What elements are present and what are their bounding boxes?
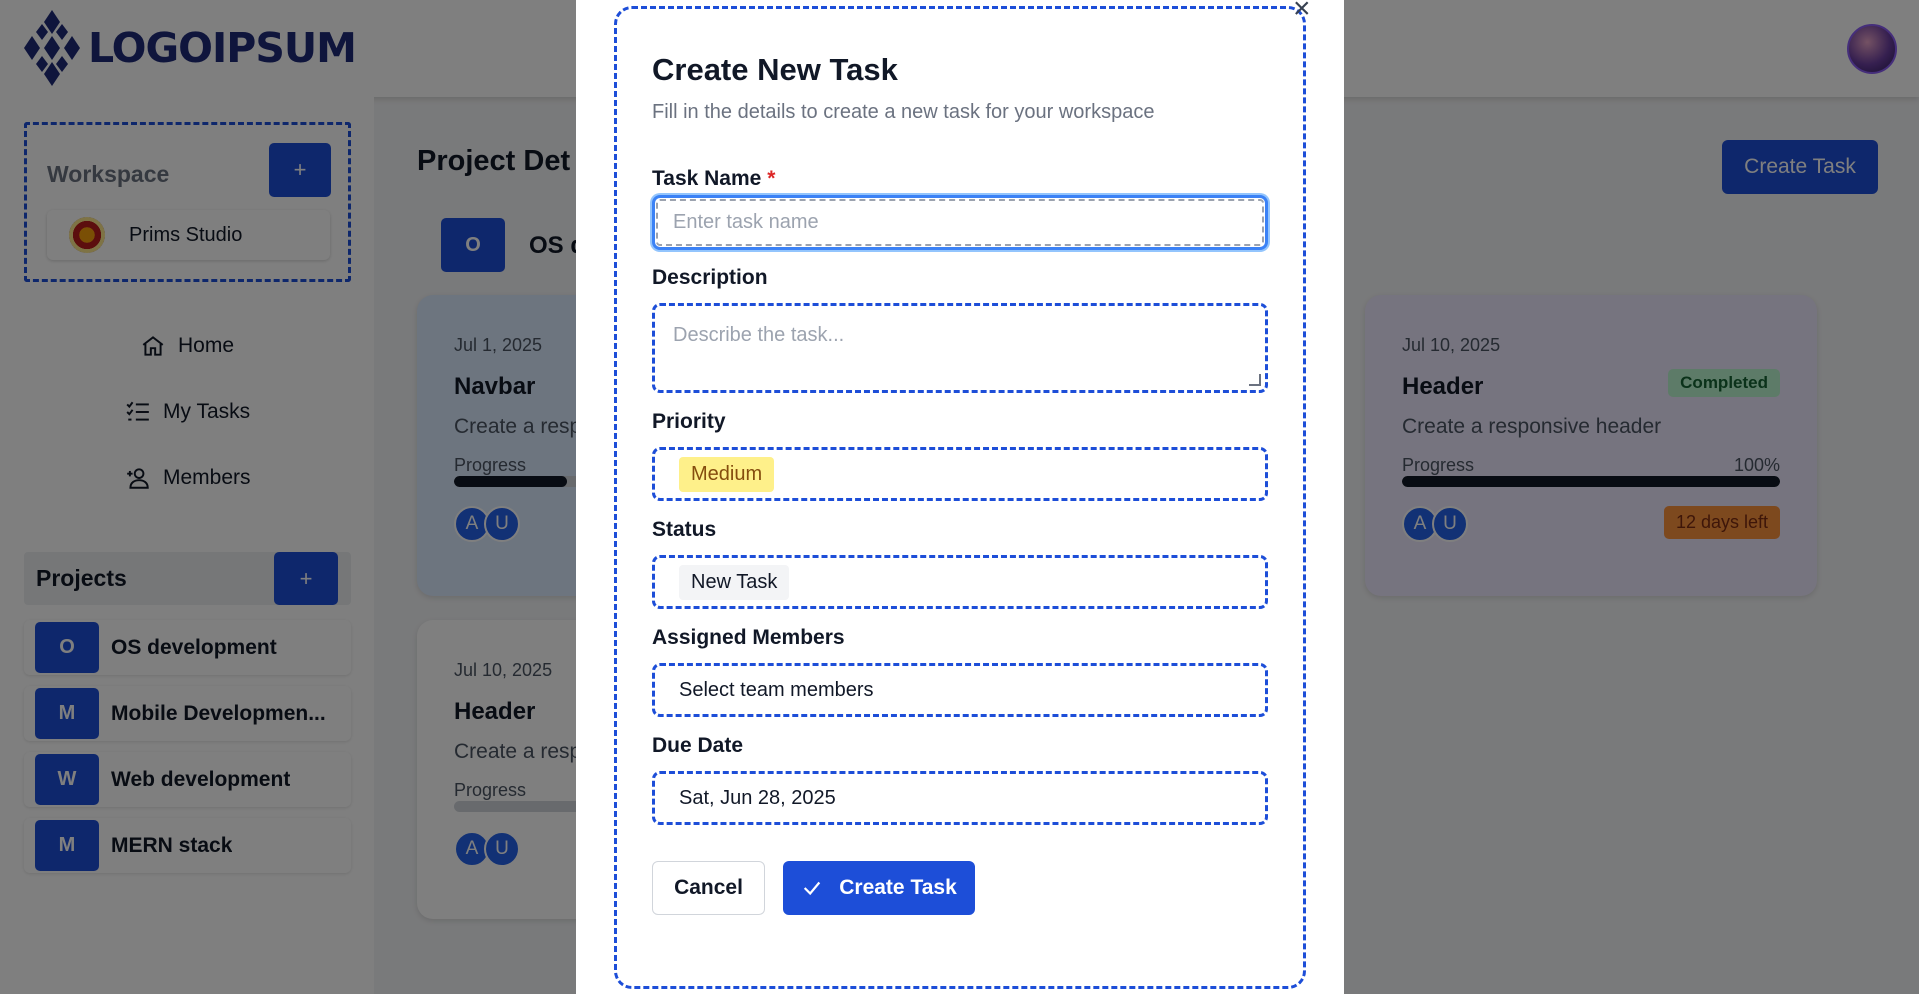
assigned-members-label: Assigned Members	[652, 626, 845, 649]
description-placeholder: Describe the task...	[673, 324, 845, 346]
status-select[interactable]: New Task	[652, 555, 1268, 609]
priority-value-pill: Medium	[679, 456, 775, 492]
close-dialog-button[interactable]: ×	[1293, 0, 1311, 26]
submit-label: Create Task	[839, 876, 957, 899]
required-mark: *	[767, 167, 776, 190]
create-task-dialog: Create New Task Fill in the details to c…	[576, 0, 1344, 994]
task-name-input[interactable]: Enter task name	[652, 195, 1268, 250]
members-value: Select team members	[679, 678, 874, 701]
assigned-members-select[interactable]: Select team members	[652, 663, 1268, 717]
priority-select[interactable]: Medium	[652, 447, 1268, 501]
status-label: Status	[652, 518, 717, 541]
description-label: Description	[652, 266, 768, 289]
resize-handle-icon[interactable]	[1249, 374, 1261, 386]
due-date-label: Due Date	[652, 734, 744, 757]
status-value-pill: New Task	[679, 564, 790, 600]
cancel-button[interactable]: Cancel	[652, 861, 765, 915]
check-icon	[804, 881, 821, 896]
description-textarea[interactable]: Describe the task...	[652, 303, 1268, 393]
task-name-label-text: Task Name	[652, 167, 762, 190]
submit-create-task-button[interactable]: Create Task	[783, 861, 975, 915]
task-name-label: Task Name *	[652, 167, 775, 191]
due-date-picker[interactable]: Sat, Jun 28, 2025	[652, 771, 1268, 825]
dialog-subtitle: Fill in the details to create a new task…	[652, 101, 1155, 123]
due-date-value: Sat, Jun 28, 2025	[679, 786, 836, 809]
priority-label: Priority	[652, 410, 726, 433]
dialog-title: Create New Task	[652, 52, 898, 87]
